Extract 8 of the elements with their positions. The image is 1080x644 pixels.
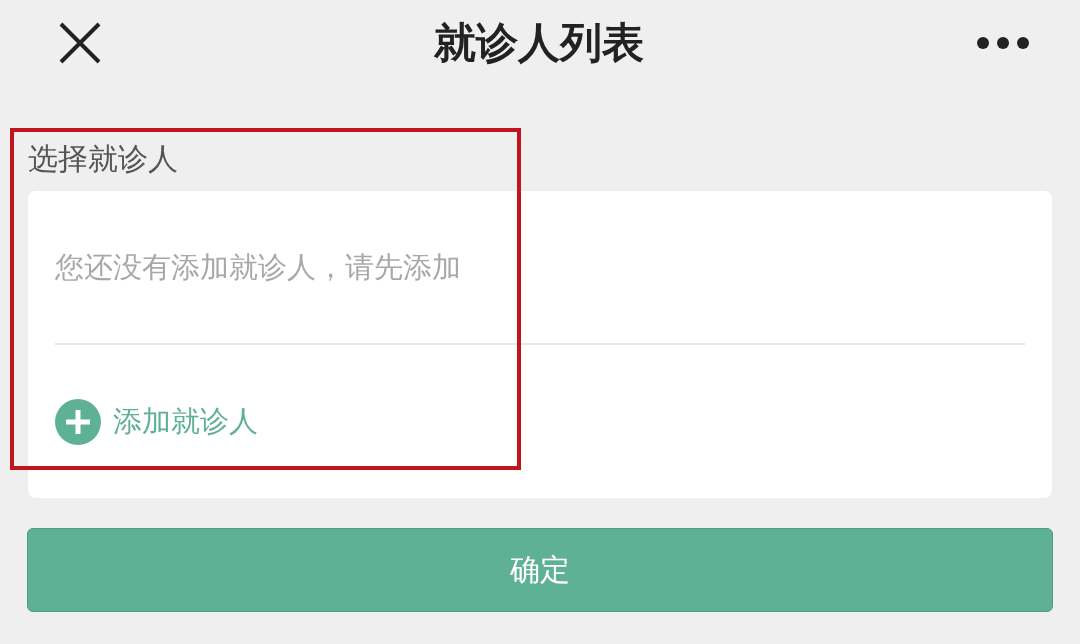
more-icon[interactable] [976,35,1030,50]
confirm-button[interactable]: 确定 [27,528,1053,612]
close-icon[interactable] [58,20,102,65]
plus-icon [55,399,101,445]
page-title: 就诊人列表 [434,16,644,69]
add-patient-link[interactable]: 添加就诊人 [55,399,258,445]
section-label: 选择就诊人 [28,140,179,178]
empty-message: 您还没有添加就诊人，请先添加 [55,249,461,286]
